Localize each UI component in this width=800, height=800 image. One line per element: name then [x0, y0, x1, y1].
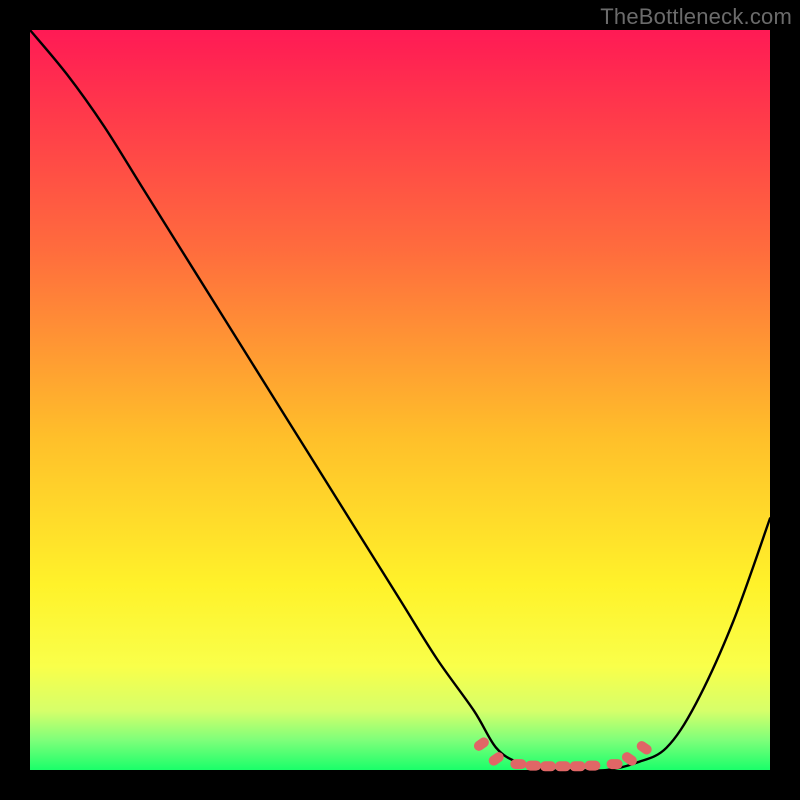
curve-svg	[30, 30, 770, 770]
valley-marker	[584, 761, 600, 771]
gradient-plot-area	[30, 30, 770, 770]
credit-label: TheBottleneck.com	[600, 4, 792, 30]
bottleneck-curve-path	[30, 30, 770, 771]
valley-marker	[472, 735, 491, 752]
valley-marker	[510, 759, 526, 769]
valley-marker	[540, 761, 556, 771]
valley-marker	[570, 761, 586, 771]
outer-frame: TheBottleneck.com	[0, 0, 800, 800]
valley-marker	[555, 761, 571, 771]
valley-marker	[607, 759, 623, 769]
valley-marker	[525, 761, 541, 771]
valley-marker	[635, 739, 654, 756]
